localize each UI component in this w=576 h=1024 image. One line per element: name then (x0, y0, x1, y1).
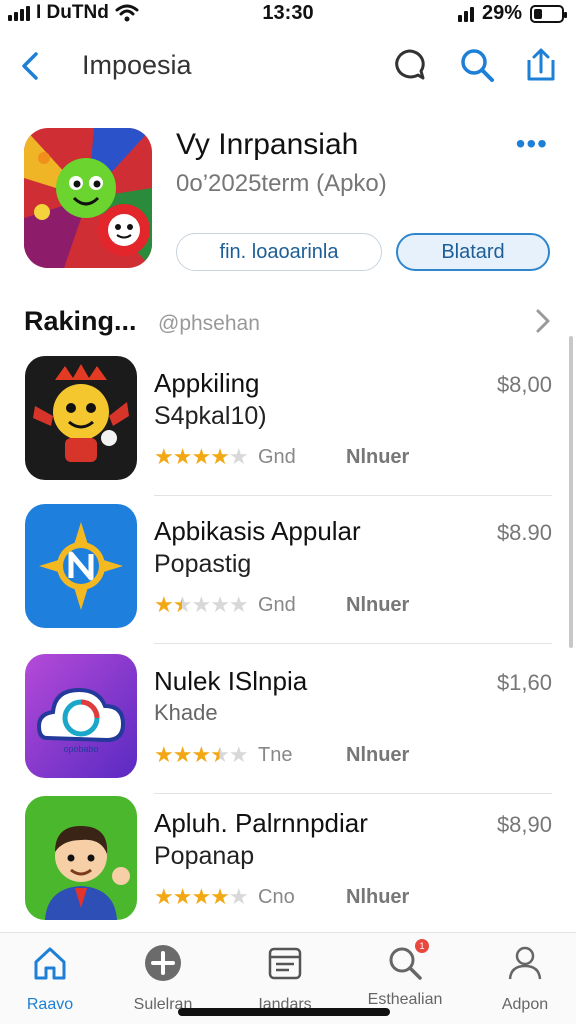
app-meta: Gnd (258, 594, 296, 616)
battery-icon (530, 4, 567, 23)
app-title: Appkiling (154, 368, 260, 398)
rating-stars: ★★★★★ (154, 444, 249, 469)
section-title: Raking... (24, 306, 137, 336)
cloud-badge-icon: opobabo (25, 654, 137, 778)
app-title: Nulek ISlnpia (154, 666, 308, 696)
chevron-right-icon[interactable] (532, 306, 554, 336)
ellipsis-icon[interactable]: ••• (516, 130, 548, 158)
tab-label: Adpon (501, 996, 549, 1013)
rating-stars: ★★★★★ (154, 742, 249, 767)
share-icon[interactable] (522, 46, 560, 84)
list-item[interactable]: Appkiling S4pkal10) ★★★★★ Gnd Nlnuer $8,… (0, 348, 576, 496)
section-subtitle: @phsehan (158, 312, 260, 335)
plus-circle-icon (145, 945, 181, 981)
app-name: Vy Inrpansiah (176, 128, 359, 161)
app-meta: Tne (258, 744, 293, 766)
app-title: Apluh. Palrnnpdiar (154, 808, 368, 838)
search-tab-icon: 1 (385, 939, 429, 983)
app-subtitle: S4pkal10) (154, 402, 267, 430)
emoji-mascot-icon (25, 356, 137, 480)
battery-percent: 29% (481, 2, 522, 24)
chat-bubble-icon[interactable] (390, 46, 428, 84)
status-bar: I DuTNd 13:30 29% (0, 0, 576, 28)
nav-bar: Impoesia (0, 36, 576, 96)
tab-home[interactable]: Raavo (0, 943, 100, 1019)
tab-profile[interactable]: Adpon (475, 943, 575, 1019)
app-tag: Nlnuer (346, 744, 410, 766)
search-icon[interactable] (458, 46, 496, 84)
price-label[interactable]: $8.90 (497, 520, 552, 546)
price-label[interactable]: $8,00 (497, 372, 552, 398)
app-tag: Nlnuer (346, 594, 410, 616)
person-icon (508, 946, 542, 980)
page-title: Impoesia (82, 50, 192, 80)
price-label[interactable]: $1,60 (497, 670, 552, 696)
app-subtitle: Popastig (154, 550, 252, 578)
rating-stars: ★★★★★ (154, 592, 249, 617)
app-subtitle: Popanap (154, 842, 255, 870)
rating-stars: ★★★★★ (154, 884, 249, 909)
app-tag: Nlhuer (346, 886, 410, 908)
notification-badge: 1 (415, 939, 429, 953)
price-label[interactable]: $8,90 (497, 812, 552, 838)
app-meta: Cno (258, 886, 295, 908)
cellular-signal-icon (457, 6, 474, 22)
home-indicator[interactable] (178, 1008, 390, 1016)
app-title: Apbikasis Appular (154, 516, 361, 546)
secondary-button[interactable]: fin. loaoarinla (176, 233, 382, 271)
app-subtitle: 0o’2025term (Apko) (176, 170, 387, 197)
cartoon-person-icon (25, 796, 137, 920)
app-subtitle: Khade (154, 700, 218, 725)
app-icon[interactable] (24, 128, 152, 268)
list-item[interactable]: Apluh. Palrnnpdiar Popanap ★★★★★ Cno Nlh… (0, 788, 576, 936)
list-item[interactable]: Apbikasis Appular Popastig ★★★★★ Gnd Nln… (0, 496, 576, 644)
home-icon (34, 947, 66, 980)
section-header[interactable]: Raking... @phsehan (24, 302, 558, 342)
app-header: Vy Inrpansiah 0o’2025term (Apko) ••• fin… (24, 128, 552, 271)
primary-button[interactable]: Blatard (396, 233, 550, 271)
app-meta: Gnd (258, 446, 296, 468)
tab-label: Raavo (26, 996, 74, 1013)
tab-label: Esthealian (367, 991, 443, 1008)
status-right: 29% (457, 2, 567, 25)
back-chevron-icon[interactable] (14, 48, 50, 84)
calendar-icon (268, 947, 302, 980)
app-tag: Nlnuer (346, 446, 410, 468)
svg-text:opobabo: opobabo (63, 744, 98, 754)
list-item[interactable]: opobabo Nulek ISlnpia Khade ★★★★★ Tne Nl… (0, 646, 576, 794)
compass-n-icon (25, 504, 137, 628)
divider (154, 643, 552, 644)
